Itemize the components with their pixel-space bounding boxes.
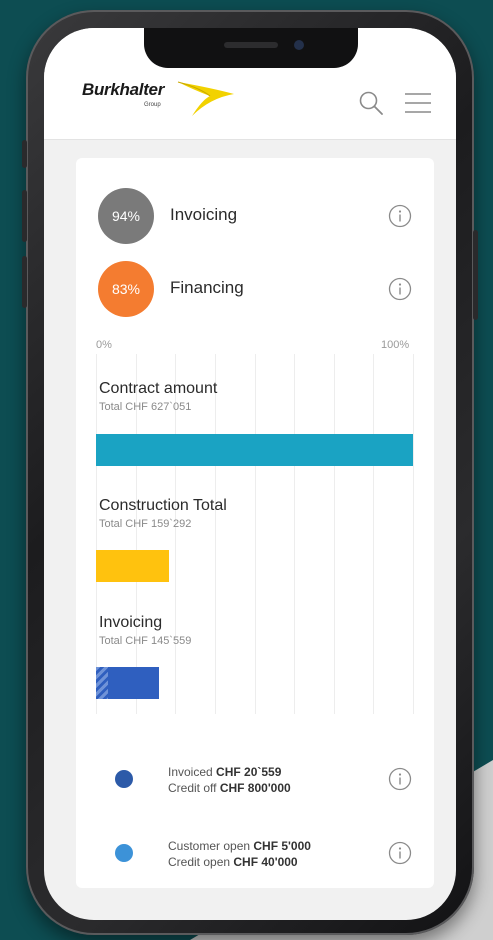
invoiced-line: Invoiced CHF 20`559 xyxy=(168,765,282,779)
overview-card: 94% Invoicing 83% Financing 0% 100% Cont… xyxy=(76,158,434,888)
gridline xyxy=(255,354,256,714)
customer-open-line: Customer open CHF 5'000 xyxy=(168,839,311,853)
speaker-grille xyxy=(224,42,278,48)
front-camera xyxy=(294,40,304,50)
gridline xyxy=(294,354,295,714)
construction-total-title: Construction Total xyxy=(99,497,227,514)
gridline xyxy=(334,354,335,714)
axis-min-label: 0% xyxy=(96,339,112,351)
hamburger-menu-icon[interactable] xyxy=(404,92,432,114)
info-icon[interactable] xyxy=(388,767,412,791)
credit-open-line: Credit open CHF 40'000 xyxy=(168,855,298,869)
invoicing-percent-circle: 94% xyxy=(98,188,154,244)
financing-stat-label: Financing xyxy=(170,278,244,297)
invoicing-bar-total: Total CHF 145`559 xyxy=(99,635,192,647)
phone-side-button xyxy=(22,140,27,168)
gridline xyxy=(373,354,374,714)
contract-amount-title: Contract amount xyxy=(99,380,218,397)
search-icon[interactable] xyxy=(358,90,384,116)
customer-open-legend-text: Customer open CHF 5'000 Credit open CHF … xyxy=(168,838,311,870)
financing-percent-circle: 83% xyxy=(98,261,154,317)
invoicing-bar[interactable] xyxy=(96,667,160,699)
contract-amount-bar[interactable] xyxy=(96,434,413,466)
customer-open-legend-dot xyxy=(115,844,133,862)
invoicing-stat-row: 94% Invoicing xyxy=(98,188,418,244)
construction-total-amount: Total CHF 159`292 xyxy=(99,518,192,530)
info-icon[interactable] xyxy=(388,841,412,865)
phone-screen: Burkhalter Group 94% Invoicing 83% Finan… xyxy=(44,28,456,920)
axis-max-label: 100% xyxy=(381,339,410,351)
gridline xyxy=(215,354,216,714)
phone-volume-up-button xyxy=(22,190,27,242)
phone-notch xyxy=(144,28,358,68)
invoicing-stat-label: Invoicing xyxy=(170,205,238,224)
logo-text: Burkhalter xyxy=(82,80,165,99)
phone-volume-down-button xyxy=(22,256,27,308)
burkhalter-logo[interactable]: Burkhalter Group xyxy=(82,76,242,124)
invoicing-bar-title: Invoicing xyxy=(99,614,163,631)
gridline xyxy=(413,354,414,714)
logo-subtext: Group xyxy=(144,102,161,108)
credit-off-line: Credit off CHF 800'000 xyxy=(168,781,291,795)
financing-stat-row: 83% Financing xyxy=(98,261,418,317)
construction-total-bar[interactable] xyxy=(96,550,169,582)
contract-amount-total: Total CHF 627`051 xyxy=(99,401,192,413)
invoiced-legend-dot xyxy=(115,770,133,788)
info-icon[interactable] xyxy=(388,204,412,228)
gridline xyxy=(96,354,97,714)
phone-power-button xyxy=(473,230,478,320)
invoiced-legend-text: Invoiced CHF 20`559 Credit off CHF 800'0… xyxy=(168,764,291,796)
info-icon[interactable] xyxy=(388,277,412,301)
